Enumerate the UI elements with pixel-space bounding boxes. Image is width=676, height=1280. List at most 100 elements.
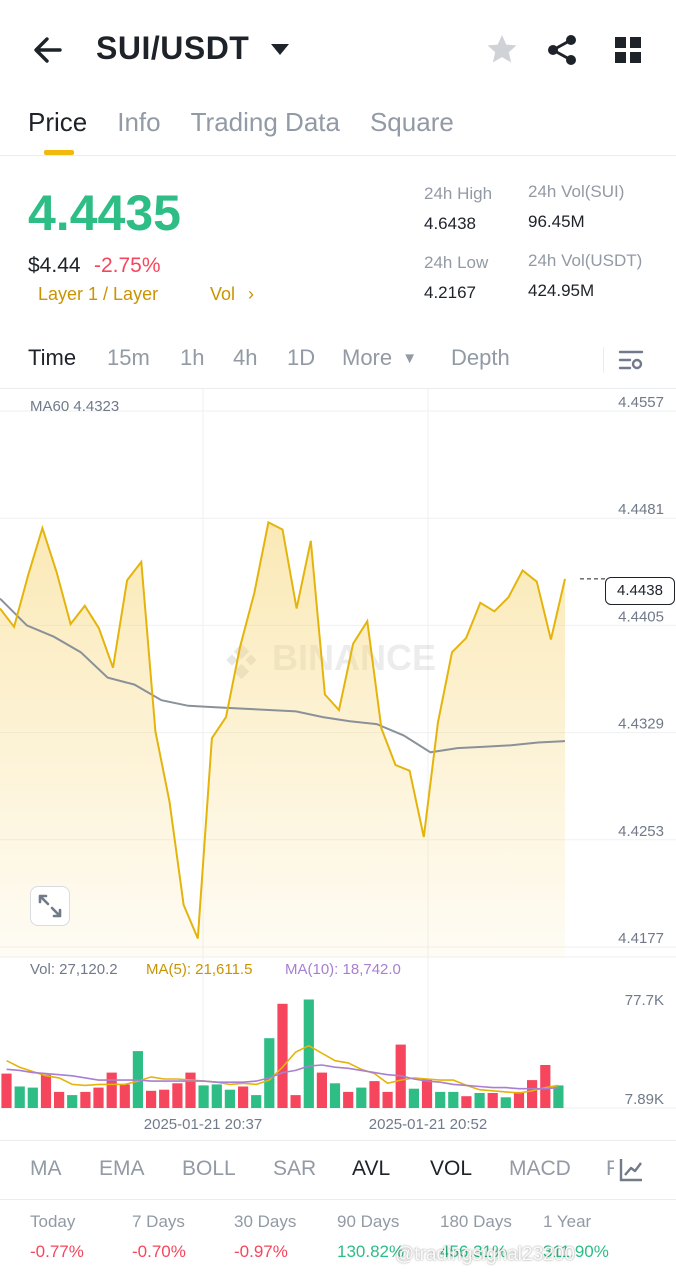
volume-ma10-label: MA(10): 18,742.0 (285, 961, 401, 978)
volume-bars (1, 999, 564, 1108)
arrow-left-icon[interactable] (28, 30, 68, 70)
volume-ma5-label: MA(5): 21,611.5 (146, 961, 252, 978)
last-price: 4.4435 (28, 185, 181, 241)
volume-bar (198, 1085, 209, 1108)
price-axis-tick: 4.4557 (618, 394, 664, 411)
star-icon[interactable] (484, 32, 520, 68)
perf-value: -0.70% (132, 1242, 186, 1261)
indicator-boll[interactable]: BOLL (182, 1157, 236, 1181)
volume-bar (80, 1091, 91, 1108)
volume-bar (500, 1097, 511, 1108)
stat-value: 424.95M (528, 281, 595, 300)
grid-icon[interactable] (612, 34, 644, 66)
volume-bar (251, 1095, 262, 1108)
expand-chart-button[interactable] (30, 886, 70, 926)
section-tabs: Price Info Trading Data Square (28, 102, 454, 156)
stat-24h-vol-quote: 24h Vol(USDT) 424.95M (528, 251, 642, 301)
indicator-ema[interactable]: EMA (99, 1157, 145, 1181)
tab-price[interactable]: Price (28, 102, 87, 156)
interval-more[interactable]: More ▼ (342, 345, 417, 371)
share-icon[interactable] (544, 32, 580, 68)
caret-down-icon: ▼ (402, 350, 418, 367)
depth-tab[interactable]: Depth (451, 345, 510, 371)
perf-label: 7 Days (132, 1212, 185, 1231)
volume-bar (211, 1084, 222, 1108)
interval-1h[interactable]: 1h (180, 345, 204, 371)
indicator-avl[interactable]: AVL (352, 1157, 390, 1181)
volume-bar (513, 1091, 525, 1108)
caret-down-icon[interactable] (268, 40, 292, 58)
price-axis-tick: 4.4253 (618, 823, 664, 840)
perf-label: 180 Days (440, 1212, 512, 1231)
indicator-ma[interactable]: MA (30, 1157, 62, 1181)
perf-30-days: 30 Days -0.97% (234, 1212, 296, 1262)
volume-bar (461, 1096, 472, 1108)
pair-title[interactable]: SUI/USDT (96, 30, 249, 67)
volume-bar (238, 1086, 249, 1108)
current-price-tag: 4.4438 (605, 577, 675, 605)
volume-bar (40, 1074, 52, 1108)
tab-info[interactable]: Info (117, 102, 160, 156)
vol-link-label: Vol (210, 284, 236, 304)
interval-15m[interactable]: 15m (107, 345, 150, 371)
volume-bar (316, 1072, 327, 1108)
volume-bar (1, 1073, 12, 1108)
perf-label: 1 Year (543, 1212, 592, 1231)
interval-time[interactable]: Time (28, 345, 76, 371)
volume-axis-min: 7.89K (625, 1091, 664, 1108)
tab-trading-data[interactable]: Trading Data (191, 102, 340, 156)
volume-bar (343, 1091, 354, 1108)
interval-4h[interactable]: 4h (233, 345, 257, 371)
chart-indicator-icon[interactable] (618, 1157, 644, 1183)
interval-bar: Time 15m 1h 4h 1D More ▼ Depth (0, 345, 676, 381)
stat-value: 4.2167 (424, 283, 476, 302)
price-change-percent: -2.75% (94, 254, 161, 277)
divider (603, 347, 604, 373)
stat-label: 24h High (424, 184, 493, 203)
volume-bar (382, 1091, 393, 1108)
interval-1d[interactable]: 1D (287, 345, 315, 371)
volume-bar (172, 1083, 183, 1108)
stat-label: 24h Vol(SUI) (528, 182, 625, 201)
interval-more-label: More (342, 345, 393, 370)
usd-price: $4.44 (28, 254, 81, 277)
indicator-macd[interactable]: MACD (509, 1157, 571, 1181)
overlay-watermark: @tradingsignal23200 (395, 1244, 575, 1265)
volume-bar (146, 1090, 157, 1108)
perf-label: Today (30, 1212, 76, 1231)
price-axis-tick: 4.4329 (618, 716, 664, 733)
perf-7-days: 7 Days -0.70% (132, 1212, 186, 1262)
volume-axis-max: 77.7K (625, 992, 664, 1009)
indicator-sar[interactable]: SAR (273, 1157, 316, 1181)
volume-bar (356, 1087, 367, 1108)
volume-bar (67, 1095, 78, 1108)
chevron-right-icon: › (248, 284, 255, 304)
volume-bar (93, 1087, 104, 1108)
chart-settings-icon[interactable] (618, 347, 644, 373)
price-axis-tick: 4.4177 (618, 930, 664, 947)
stat-value: 96.45M (528, 212, 585, 231)
category-tags[interactable]: Layer 1 / Layer (38, 284, 158, 305)
ma60-label: MA60 4.4323 (30, 398, 119, 415)
volume-bar (54, 1091, 65, 1108)
tab-square[interactable]: Square (370, 102, 454, 156)
price-area (0, 522, 565, 957)
volume-bar (421, 1079, 433, 1108)
volume-bar (264, 1038, 275, 1108)
divider (0, 155, 676, 156)
vol-link[interactable]: Vol › (210, 284, 254, 305)
indicator-more[interactable]: R (606, 1157, 614, 1181)
volume-bar (553, 1085, 564, 1108)
expand-icon (38, 894, 62, 918)
volume-bar (277, 1003, 288, 1108)
volume-bar (303, 999, 314, 1108)
price-chart[interactable]: BINANCE MA60 4.4323 4.45574.44814.44054.… (0, 389, 676, 1137)
stat-24h-low: 24h Low 4.2167 (424, 253, 488, 303)
volume-bar (224, 1089, 235, 1108)
perf-value: -0.77% (30, 1242, 84, 1261)
volume-bar (329, 1083, 341, 1108)
indicator-vol[interactable]: VOL (430, 1157, 472, 1181)
stat-24h-high: 24h High 4.6438 (424, 184, 492, 234)
stat-label: 24h Low (424, 253, 489, 272)
perf-label: 30 Days (234, 1212, 297, 1231)
